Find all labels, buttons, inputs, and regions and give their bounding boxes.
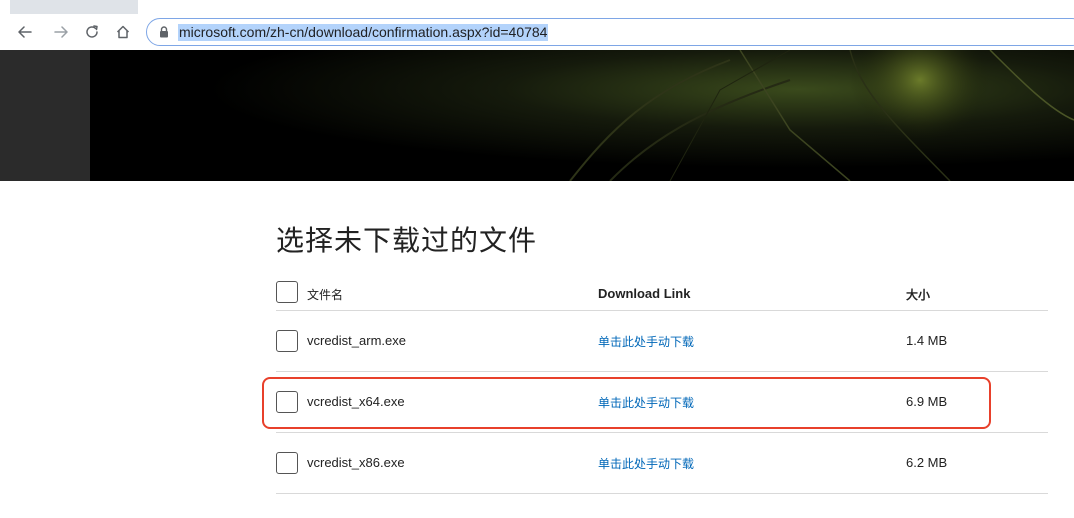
table-row: vcredist_arm.exe 单击此处手动下载 1.4 MB [276,311,1048,372]
page-title: 选择未下载过的文件 [276,224,538,257]
column-header-link: Download Link [598,286,691,301]
row-checkbox[interactable] [276,391,298,413]
forward-button[interactable] [50,22,72,42]
select-all-checkbox[interactable] [276,281,298,303]
file-size: 6.2 MB [906,455,948,470]
file-name: vcredist_x86.exe [307,455,405,470]
download-table: 文件名 Download Link 大小 vcredist_arm.exe 单击… [276,278,1048,494]
download-link[interactable]: 单击此处手动下载 [598,394,694,411]
banner-artwork [90,50,1074,181]
lock-icon[interactable] [159,26,169,38]
banner-left-strip [0,50,90,181]
active-tab[interactable] [10,0,138,14]
table-row: vcredist_x64.exe 单击此处手动下载 6.9 MB [276,372,1048,433]
column-header-name: 文件名 [307,288,344,302]
download-link[interactable]: 单击此处手动下载 [598,455,694,472]
browser-toolbar: microsoft.com/zh-cn/download/confirmatio… [0,14,1074,50]
back-button[interactable] [14,22,36,42]
hero-banner [0,50,1074,181]
column-header-size: 大小 [906,288,931,302]
row-checkbox[interactable] [276,330,298,352]
table-row: vcredist_x86.exe 单击此处手动下载 6.2 MB [276,433,1048,494]
home-button[interactable] [112,22,134,42]
row-checkbox[interactable] [276,452,298,474]
arrow-left-icon [18,26,32,38]
scrollbar-track[interactable] [1066,181,1074,518]
file-size: 6.9 MB [906,394,948,409]
home-icon [116,25,130,39]
file-size: 1.4 MB [906,333,948,348]
arrow-right-icon [54,26,68,38]
table-header-row: 文件名 Download Link 大小 [276,278,1048,311]
address-bar[interactable]: microsoft.com/zh-cn/download/confirmatio… [146,18,1074,46]
url-text[interactable]: microsoft.com/zh-cn/download/confirmatio… [178,24,549,41]
tab-strip [0,0,1074,14]
reload-button[interactable] [81,22,103,42]
download-link[interactable]: 单击此处手动下载 [598,333,694,350]
reload-icon [86,25,98,38]
file-name: vcredist_arm.exe [307,333,406,348]
file-name: vcredist_x64.exe [307,394,405,409]
